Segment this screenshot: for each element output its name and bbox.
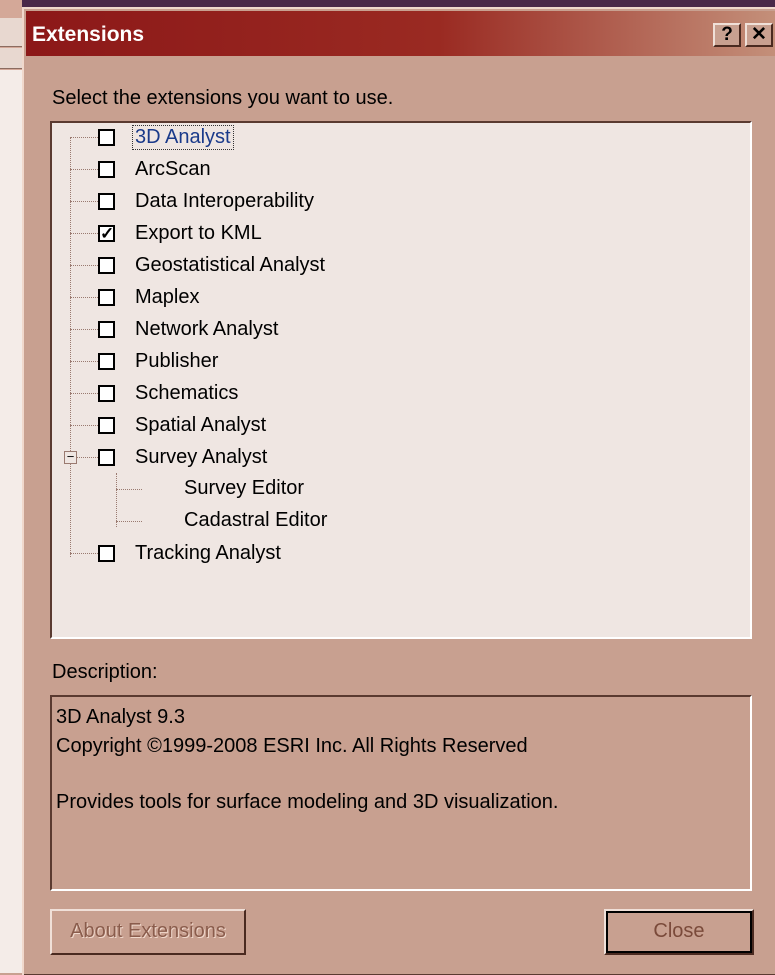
extension-item-survey-analyst[interactable]: Survey Analyst bbox=[98, 443, 269, 471]
tree-branch bbox=[70, 169, 98, 170]
checkbox[interactable] bbox=[98, 320, 115, 338]
about-extensions-button[interactable]: About Extensions bbox=[50, 909, 246, 955]
tree-branch bbox=[70, 329, 98, 330]
extension-label: Schematics bbox=[135, 381, 239, 404]
extension-label: Publisher bbox=[135, 349, 219, 372]
description-label: Description: bbox=[52, 661, 158, 683]
checkbox[interactable] bbox=[98, 288, 115, 306]
tree-branch bbox=[70, 233, 98, 234]
checkbox[interactable] bbox=[98, 128, 115, 146]
tree-branch bbox=[70, 425, 98, 426]
background-panel bbox=[0, 70, 23, 973]
extension-label: Geostatistical Analyst bbox=[135, 253, 326, 276]
tree-branch bbox=[70, 265, 98, 266]
close-button[interactable]: Close bbox=[604, 909, 754, 955]
extensions-list[interactable]: 3D Analyst ArcScan Data Interoperability… bbox=[50, 121, 752, 639]
extension-item-maplex[interactable]: Maplex bbox=[98, 283, 201, 311]
extension-label: Tracking Analyst bbox=[135, 541, 281, 564]
extension-item-3d-analyst[interactable]: 3D Analyst bbox=[98, 123, 234, 151]
extension-label: Network Analyst bbox=[135, 317, 279, 340]
sub-extension-cadastral-editor[interactable]: Cadastral Editor bbox=[184, 509, 327, 532]
checkbox[interactable] bbox=[98, 448, 115, 466]
background-window-border bbox=[0, 0, 775, 7]
tree-branch bbox=[70, 393, 98, 394]
checkbox[interactable] bbox=[98, 192, 115, 210]
help-button[interactable]: ? bbox=[713, 23, 741, 47]
collapse-icon[interactable]: − bbox=[64, 450, 77, 464]
checkbox[interactable] bbox=[98, 256, 115, 274]
background-toolbar bbox=[0, 18, 22, 47]
extension-item-spatial-analyst[interactable]: Spatial Analyst bbox=[98, 411, 268, 439]
extension-item-publisher[interactable]: Publisher bbox=[98, 347, 220, 375]
extension-item-arcscan[interactable]: ArcScan bbox=[98, 155, 213, 183]
checkbox[interactable] bbox=[98, 544, 115, 562]
background-toolbar-2 bbox=[0, 48, 22, 69]
tree-branch bbox=[70, 201, 98, 202]
tree-branch bbox=[70, 553, 98, 554]
description-box: 3D Analyst 9.3 Copyright ©1999-2008 ESRI… bbox=[50, 695, 752, 891]
extension-item-data-interoperability[interactable]: Data Interoperability bbox=[98, 187, 316, 215]
tree-vertical-line bbox=[70, 137, 71, 557]
tree-branch bbox=[70, 361, 98, 362]
checkbox[interactable] bbox=[98, 160, 115, 178]
description-title: 3D Analyst 9.3 bbox=[56, 706, 185, 728]
checkbox-checked[interactable]: ✓ bbox=[98, 224, 115, 242]
tree-branch bbox=[116, 521, 142, 522]
checkbox[interactable] bbox=[98, 384, 115, 402]
extension-label: Data Interoperability bbox=[135, 189, 314, 212]
extension-label: 3D Analyst bbox=[132, 124, 234, 150]
extension-label: ArcScan bbox=[135, 157, 211, 180]
extension-item-tracking-analyst[interactable]: Tracking Analyst bbox=[98, 539, 283, 567]
extension-item-network-analyst[interactable]: Network Analyst bbox=[98, 315, 280, 343]
extension-item-geostatistical-analyst[interactable]: Geostatistical Analyst bbox=[98, 251, 327, 279]
extension-item-export-to-kml[interactable]: ✓ Export to KML bbox=[98, 219, 264, 247]
extensions-dialog: Extensions ? ✕ Select the extensions you… bbox=[22, 7, 775, 975]
extension-label: Spatial Analyst bbox=[135, 413, 267, 436]
window-title: Extensions bbox=[32, 23, 145, 46]
description-text: Provides tools for surface modeling and … bbox=[56, 791, 559, 813]
extension-label: Maplex bbox=[135, 285, 200, 308]
title-bar[interactable]: Extensions ? ✕ bbox=[26, 11, 775, 56]
description-copyright: Copyright ©1999-2008 ESRI Inc. All Right… bbox=[56, 735, 528, 757]
tree-subbranch-line bbox=[116, 473, 117, 527]
checkbox[interactable] bbox=[98, 352, 115, 370]
instruction-text: Select the extensions you want to use. bbox=[52, 87, 394, 109]
background-app-window bbox=[0, 0, 23, 973]
tree-branch bbox=[116, 489, 142, 490]
extension-item-schematics[interactable]: Schematics bbox=[98, 379, 240, 407]
extension-label: Export to KML bbox=[135, 221, 262, 244]
tree-branch bbox=[70, 297, 98, 298]
tree-branch bbox=[76, 457, 98, 458]
extension-label: Survey Analyst bbox=[135, 445, 268, 468]
checkbox[interactable] bbox=[98, 416, 115, 434]
tree-branch bbox=[70, 137, 98, 138]
close-window-button[interactable]: ✕ bbox=[745, 23, 773, 47]
sub-extension-survey-editor[interactable]: Survey Editor bbox=[184, 477, 304, 500]
